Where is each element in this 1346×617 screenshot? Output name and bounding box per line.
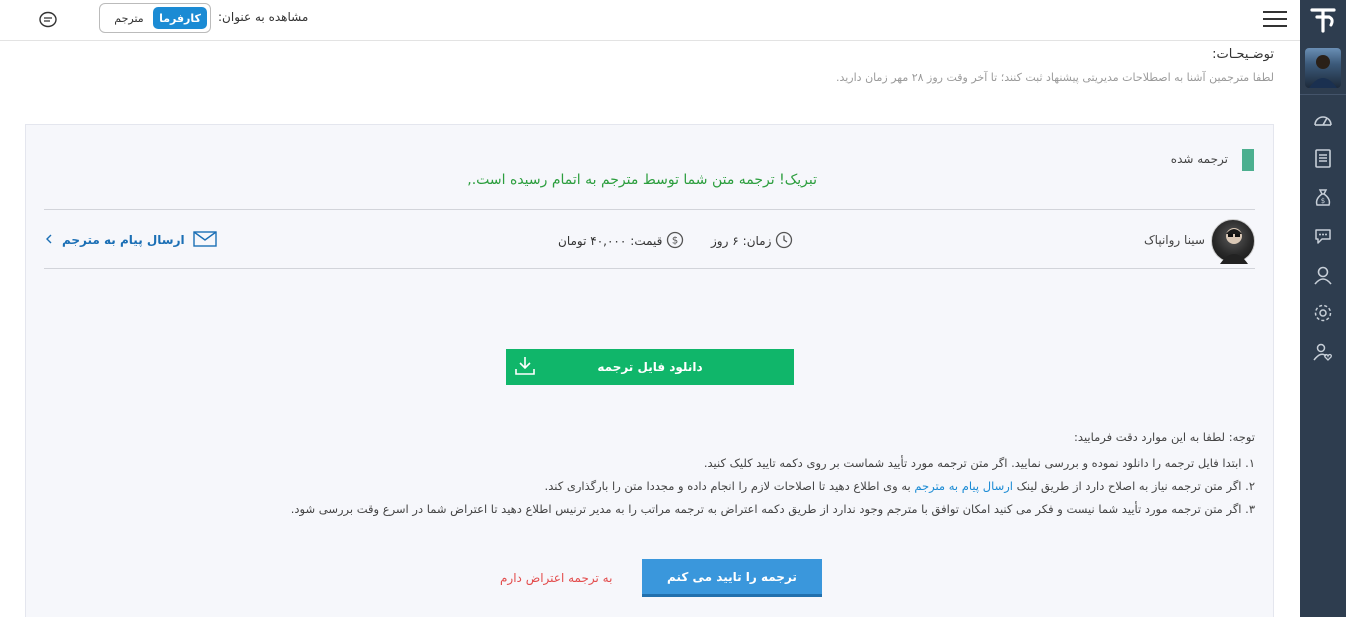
download-translation-button[interactable]: دانلود فایل ترجمه bbox=[506, 349, 794, 385]
role-toggle[interactable]: کارفرما مترجم bbox=[99, 3, 211, 33]
price-info: $ قیمت: ۴۰,۰۰۰ تومان bbox=[558, 231, 684, 251]
svg-text:$: $ bbox=[672, 235, 678, 246]
document-icon[interactable] bbox=[1311, 146, 1335, 170]
toggle-employer[interactable]: کارفرما bbox=[153, 7, 207, 29]
user-avatar[interactable] bbox=[1305, 48, 1341, 88]
envelope-icon bbox=[192, 230, 217, 251]
congrats-message: تبریک! ترجمه متن شما توسط مترجم به اتمام… bbox=[467, 172, 817, 188]
approve-translation-button[interactable]: ترجمه را تایید می کنم bbox=[642, 559, 822, 597]
download-icon bbox=[514, 355, 536, 377]
user-heart-icon[interactable] bbox=[1311, 340, 1335, 364]
note-line-1: ۱. ابتدا فایل ترجمه را دانلود نموده و بر… bbox=[703, 456, 1255, 470]
note-line-2: ۲. اگر متن ترجمه نیاز به اصلاح دارد از ط… bbox=[275, 479, 1255, 493]
note-send-message-link[interactable]: ارسال پیام به مترجم bbox=[914, 479, 1013, 493]
translator-avatar[interactable] bbox=[1211, 219, 1255, 264]
chevron-left-icon bbox=[44, 233, 54, 248]
time-value: ۶ روز bbox=[711, 234, 739, 248]
clock-icon bbox=[775, 231, 793, 252]
status-label: ترجمه شده bbox=[1170, 152, 1228, 166]
note-line-2-end: به وی اطلاع دهید تا اصلاحات لازم را انجا… bbox=[544, 479, 911, 493]
note-line-2-start: ۲. اگر متن ترجمه نیاز به اصلاح دارد از ط… bbox=[1016, 479, 1255, 493]
download-label: دانلود فایل ترجمه bbox=[597, 360, 703, 374]
dashboard-icon[interactable] bbox=[1311, 108, 1335, 132]
description-text: لطفا مترجمین آشنا به اصطلاحات مدیریتی پی… bbox=[835, 71, 1274, 84]
description-title: توضـیحـات: bbox=[1212, 47, 1274, 62]
logo-icon[interactable] bbox=[1300, 0, 1346, 40]
divider bbox=[44, 268, 1255, 269]
time-label: زمان: bbox=[742, 234, 772, 248]
price-label: قیمت: bbox=[630, 234, 663, 248]
notes-section: توجه: لطفا به این موارد دقت فرمایید: ۱. … bbox=[275, 430, 1255, 525]
user-icon[interactable] bbox=[1311, 263, 1335, 287]
top-bar: مشاهده به عنوان: کارفرما مترجم bbox=[0, 0, 1300, 41]
price-value: ۴۰,۰۰۰ تومان bbox=[558, 234, 627, 248]
divider bbox=[44, 209, 1255, 210]
object-translation-link[interactable]: به ترجمه اعتراض دارم bbox=[500, 571, 612, 585]
sidebar-divider bbox=[1300, 94, 1346, 95]
svg-text:$: $ bbox=[1321, 197, 1325, 205]
menu-icon[interactable] bbox=[1263, 11, 1287, 29]
money-bag-icon[interactable]: $ bbox=[1311, 185, 1335, 209]
dollar-icon: $ bbox=[666, 231, 684, 252]
status-marker bbox=[1242, 149, 1254, 171]
settings-icon[interactable] bbox=[1311, 301, 1335, 325]
project-panel: ترجمه شده تبریک! ترجمه متن شما توسط مترج… bbox=[25, 124, 1274, 617]
sidebar: $ bbox=[1300, 0, 1346, 617]
message-icon[interactable] bbox=[38, 11, 58, 29]
note-line-3: ۳. اگر متن ترجمه مورد تأیید شما نیست و ف… bbox=[290, 502, 1255, 516]
send-message-link[interactable]: ارسال پیام به مترجم bbox=[44, 230, 217, 250]
time-info: زمان: ۶ روز bbox=[711, 231, 793, 251]
chat-icon[interactable] bbox=[1311, 224, 1335, 248]
send-message-label[interactable]: ارسال پیام به مترجم bbox=[62, 233, 185, 247]
translator-name[interactable]: سینا روانپاک bbox=[1144, 233, 1205, 247]
view-as-label: مشاهده به عنوان: bbox=[218, 10, 309, 24]
toggle-translator[interactable]: مترجم bbox=[106, 7, 152, 29]
notes-title: توجه: لطفا به این موارد دقت فرمایید: bbox=[1074, 430, 1255, 444]
